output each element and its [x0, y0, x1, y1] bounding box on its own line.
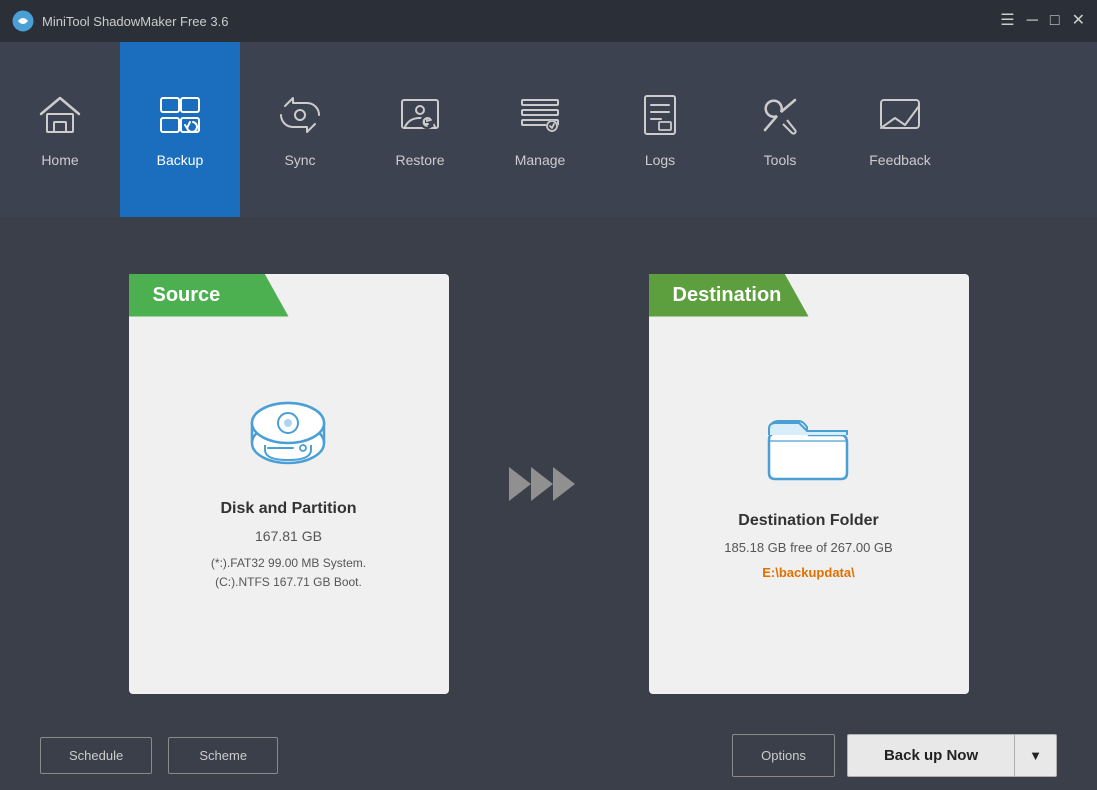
maximize-icon[interactable]: □ — [1050, 13, 1060, 29]
source-header: Source — [129, 274, 289, 317]
source-title: Disk and Partition — [220, 500, 356, 518]
sync-icon — [277, 92, 323, 144]
title-bar: MiniTool ShadowMaker Free 3.6 ☰ ─ □ ✕ — [0, 0, 1097, 42]
feedback-icon — [877, 92, 923, 144]
nav-label-home: Home — [41, 152, 78, 168]
nav-label-sync: Sync — [284, 152, 315, 168]
nav-label-logs: Logs — [645, 152, 675, 168]
scheme-button[interactable]: Scheme — [168, 737, 278, 774]
nav-item-restore[interactable]: Restore — [360, 42, 480, 217]
arrow-area — [509, 459, 589, 509]
destination-card[interactable]: Destination Destination Fol — [649, 274, 969, 694]
options-button[interactable]: Options — [732, 734, 835, 777]
destination-header: Destination — [649, 274, 809, 317]
destination-title: Destination Folder — [738, 512, 878, 530]
source-card[interactable]: Source — [129, 274, 449, 694]
nav-item-backup[interactable]: Backup — [120, 42, 240, 217]
nav-item-tools[interactable]: Tools — [720, 42, 840, 217]
bottom-left: Schedule Scheme — [40, 737, 278, 774]
source-detail-1: (*:).FAT32 99.00 MB System. — [211, 556, 366, 570]
close-icon[interactable]: ✕ — [1072, 13, 1085, 29]
nav-label-feedback: Feedback — [869, 152, 930, 168]
menu-icon[interactable]: ☰ — [1000, 13, 1014, 29]
nav-item-logs[interactable]: Logs — [600, 42, 720, 217]
source-size: 167.81 GB — [255, 528, 322, 544]
app-title: MiniTool ShadowMaker Free 3.6 — [42, 14, 228, 29]
nav-item-feedback[interactable]: Feedback — [840, 42, 960, 217]
source-detail: (*:).FAT32 99.00 MB System. (C:).NTFS 16… — [211, 554, 366, 592]
backup-now-button[interactable]: Back up Now — [847, 734, 1014, 777]
source-detail-2: (C:).NTFS 167.71 GB Boot. — [215, 575, 362, 589]
nav-label-restore: Restore — [395, 152, 444, 168]
source-inner: Disk and Partition 167.81 GB (*:).FAT32 … — [211, 395, 366, 592]
schedule-button[interactable]: Schedule — [40, 737, 152, 774]
main-content: Source — [0, 217, 1097, 720]
nav-label-tools: Tools — [764, 152, 797, 168]
manage-icon — [517, 92, 563, 144]
restore-icon — [397, 92, 443, 144]
destination-inner: Destination Folder 185.18 GB free of 267… — [724, 407, 892, 580]
logs-icon — [637, 92, 683, 144]
app-logo-icon — [12, 10, 34, 32]
nav-label-backup: Backup — [157, 152, 204, 168]
folder-icon — [763, 407, 853, 492]
backup-icon — [157, 92, 203, 144]
home-icon — [37, 92, 83, 144]
bottom-bar: Schedule Scheme Options Back up Now ▼ — [0, 720, 1097, 790]
nav-label-manage: Manage — [515, 152, 566, 168]
window-controls: ☰ ─ □ ✕ — [1000, 13, 1085, 29]
nav-bar: Home Backup Sync — [0, 42, 1097, 217]
destination-path: E:\backupdata\ — [762, 565, 854, 580]
destination-free: 185.18 GB free of 267.00 GB — [724, 540, 892, 555]
nav-item-sync[interactable]: Sync — [240, 42, 360, 217]
nav-item-manage[interactable]: Manage — [480, 42, 600, 217]
title-bar-left: MiniTool ShadowMaker Free 3.6 — [12, 10, 228, 32]
minimize-icon[interactable]: ─ — [1027, 13, 1038, 29]
backup-dropdown-button[interactable]: ▼ — [1014, 734, 1057, 777]
nav-item-home[interactable]: Home — [0, 42, 120, 217]
disk-icon — [243, 395, 333, 480]
tools-icon — [757, 92, 803, 144]
bottom-right: Options Back up Now ▼ — [732, 734, 1057, 777]
